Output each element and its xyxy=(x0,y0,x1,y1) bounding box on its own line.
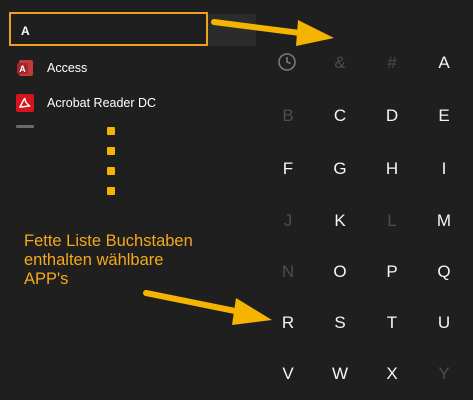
start-menu-app-list: A A Access Acrobat Reader DC Fette Liste… xyxy=(0,0,473,400)
annotation-arrows xyxy=(143,19,334,325)
arrow-bottom xyxy=(143,290,272,325)
arrow-top xyxy=(211,19,334,46)
